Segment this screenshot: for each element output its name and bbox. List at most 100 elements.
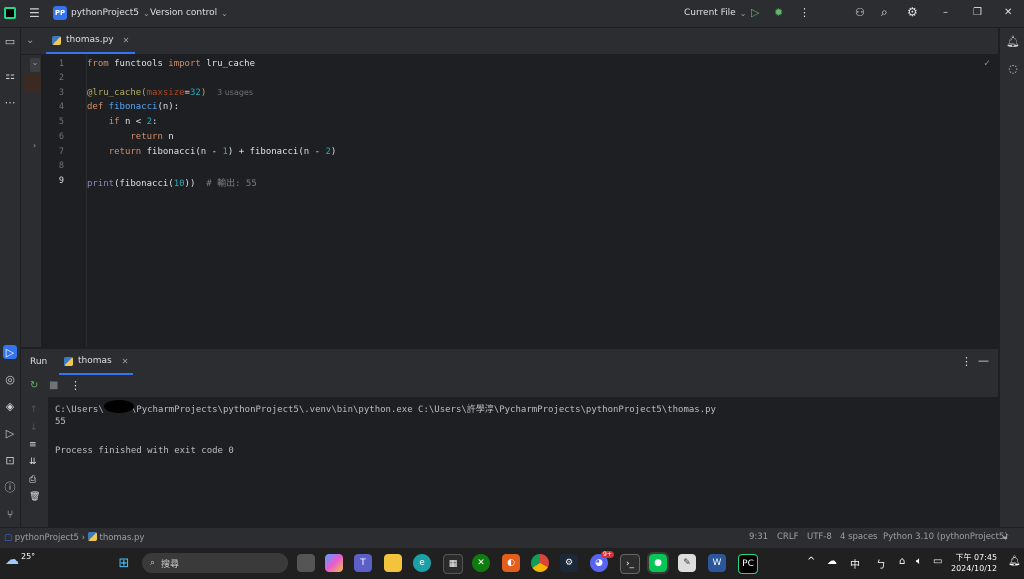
xbox-icon[interactable]: ✕ xyxy=(472,554,490,572)
python-file-icon xyxy=(64,356,73,366)
line-number: 8 xyxy=(58,161,64,171)
ime-mode-icon[interactable]: ㄅ xyxy=(876,556,886,571)
project-name: pythonProject5 xyxy=(71,8,140,18)
caret-position[interactable]: 9:31 xyxy=(749,532,768,542)
tab-thomas-py[interactable]: thomas.py ✕ xyxy=(46,28,136,54)
close-tab-icon[interactable]: ✕ xyxy=(123,36,130,45)
inspection-ok-icon[interactable]: ✓ xyxy=(984,58,990,69)
line-app-icon[interactable]: ● xyxy=(647,552,669,574)
code-line-7: return fibonacci(n - 1) + fibonacci(n - … xyxy=(108,147,337,157)
run-panel-title: Run xyxy=(30,357,48,367)
scroll-to-end-icon[interactable]: ⇊ xyxy=(29,457,37,467)
indent-setting[interactable]: 4 spaces xyxy=(840,532,877,542)
main-menu-icon[interactable]: ☰ xyxy=(29,6,40,20)
soft-wrap-icon[interactable]: ≡ xyxy=(29,440,37,450)
chrome-icon[interactable] xyxy=(531,554,549,572)
word-icon[interactable]: W xyxy=(708,554,726,572)
weather-widget[interactable]: ☁ 25° xyxy=(5,552,35,569)
run-icon[interactable]: ▷ xyxy=(751,6,759,19)
structure-icon[interactable]: ⚏ xyxy=(3,68,17,82)
taskbar-search[interactable]: ⌕ 搜尋 xyxy=(142,553,288,573)
notepad-icon[interactable]: ✎ xyxy=(678,554,696,572)
vcs-selector[interactable]: Version control ⌄ xyxy=(150,8,228,18)
app-icon[interactable]: ◐ xyxy=(502,554,520,572)
more-icon[interactable]: ⋮ xyxy=(70,379,81,392)
code-line-5: if n < 2: xyxy=(108,117,158,127)
settings-icon[interactable]: ⚙ xyxy=(907,5,918,19)
more-tools-icon[interactable]: ⋯ xyxy=(3,95,17,109)
arrow-up-icon[interactable]: ↑ xyxy=(30,405,38,415)
ai-icon[interactable]: ◌ xyxy=(1006,61,1020,75)
terminal-icon[interactable]: ⊡ xyxy=(3,453,17,467)
project-selector[interactable]: PP pythonProject5 ⌄ xyxy=(53,6,150,20)
close-icon[interactable]: ✕ xyxy=(1004,7,1012,18)
code-editor[interactable]: from functools import lru_cache @lru_cac… xyxy=(87,55,998,347)
breadcrumb[interactable]: ▢ pythonProject5 › thomas.py xyxy=(4,532,144,543)
project-icon[interactable]: ▭ xyxy=(3,34,17,48)
steam-icon[interactable]: ⚙ xyxy=(560,554,578,572)
fold-marker-icon[interactable]: ⌄ xyxy=(30,58,40,72)
store-icon[interactable]: ▦ xyxy=(443,554,463,574)
teams-icon[interactable]: T xyxy=(354,554,372,572)
stop-icon[interactable]: ■ xyxy=(49,380,58,391)
run-tool-icon[interactable]: ▷ xyxy=(3,345,17,359)
minimize-icon[interactable]: – xyxy=(943,7,948,18)
gutter-strip: ⌄ › xyxy=(21,55,41,347)
services-icon[interactable]: ▷ xyxy=(3,426,17,440)
battery-icon[interactable]: ▭ xyxy=(933,556,942,567)
print-icon[interactable]: ⎙ xyxy=(29,475,36,485)
python-console-icon[interactable]: ◎ xyxy=(3,372,17,386)
network-icon[interactable]: ⌂ xyxy=(899,556,905,567)
notification-bell-icon[interactable]: 🔔︎ xyxy=(1008,556,1021,567)
pycharm-logo xyxy=(4,7,16,19)
chevron-up-icon[interactable]: ^ xyxy=(807,556,815,567)
line-number: 6 xyxy=(58,132,64,142)
console-line: 55 xyxy=(55,417,66,427)
clock[interactable]: 下午 07:45 2024/10/12 xyxy=(951,552,997,574)
tab-menu-icon[interactable]: ⌄ xyxy=(26,35,34,46)
chevron-right-icon[interactable]: › xyxy=(33,141,36,150)
close-tab-icon[interactable]: ✕ xyxy=(122,357,129,366)
problems-icon[interactable]: ⓘ xyxy=(3,480,17,494)
copilot-icon[interactable] xyxy=(325,554,343,572)
minimize-panel-icon[interactable]: — xyxy=(978,354,989,367)
task-view-icon[interactable] xyxy=(297,554,315,572)
run-config-label: Current File xyxy=(684,8,736,18)
tray-cloud-icon[interactable]: ☁ xyxy=(827,556,837,567)
pycharm-icon[interactable]: PC xyxy=(738,554,758,574)
volume-icon[interactable]: 🔈︎ xyxy=(916,556,922,567)
debug-icon[interactable]: ✹ xyxy=(774,6,783,19)
arrow-down-icon[interactable]: ↓ xyxy=(30,423,38,433)
run-side-toolbar: ↑ ↓ ≡ ⇊ ⎙ 🗑︎ xyxy=(21,397,48,527)
code-line-6: return n xyxy=(130,132,174,142)
redaction-blob xyxy=(104,400,134,413)
status-bar: ▢ pythonProject5 › thomas.py 9:31 CRLF U… xyxy=(0,527,1024,547)
add-user-icon[interactable]: ⚇ xyxy=(855,6,865,19)
start-icon[interactable]: ⊞ xyxy=(115,554,133,572)
notifications-icon[interactable]: 🔔︎ xyxy=(1006,34,1020,48)
search-icon[interactable]: ⌕ xyxy=(881,5,888,20)
trash-icon[interactable]: 🗑︎ xyxy=(29,492,40,502)
edge-icon[interactable]: e xyxy=(413,554,431,572)
code-line-4: def fibonacci(n): xyxy=(87,102,180,112)
rerun-icon[interactable]: ↻ xyxy=(30,380,38,391)
vcs-label: Version control xyxy=(150,8,218,18)
project-badge: PP xyxy=(53,6,67,20)
run-console[interactable]: C:\Users\ \PycharmProjects\pythonProject… xyxy=(48,397,998,527)
left-tool-stripe: ▭ ⚏ ⋯ ▷ ◎ ◈ ▷ ⊡ ⓘ ⑂ xyxy=(0,28,21,527)
more-icon[interactable]: ⋮ xyxy=(799,6,810,19)
terminal-icon[interactable]: ›_ xyxy=(620,554,640,574)
restore-icon[interactable]: ❐ xyxy=(973,7,982,18)
layers-icon[interactable]: ◈ xyxy=(3,399,17,413)
lock-icon[interactable]: 🔓︎ xyxy=(1003,532,1009,542)
run-tab-thomas[interactable]: thomas ✕ xyxy=(59,349,134,375)
line-separator[interactable]: CRLF xyxy=(777,532,798,542)
ime-indicator[interactable]: 中 xyxy=(850,556,860,571)
more-icon[interactable]: ⋮ xyxy=(961,355,972,368)
interpreter-selector[interactable]: Python 3.10 (pythonProject5) xyxy=(883,532,1008,542)
git-icon[interactable]: ⑂ xyxy=(3,507,17,521)
run-config-selector[interactable]: Current File ⌄ xyxy=(684,8,746,18)
code-line-9: print(fibonacci(10)) # 輸出: 55 xyxy=(87,179,257,189)
file-explorer-icon[interactable] xyxy=(384,554,402,572)
file-encoding[interactable]: UTF-8 xyxy=(807,532,832,542)
